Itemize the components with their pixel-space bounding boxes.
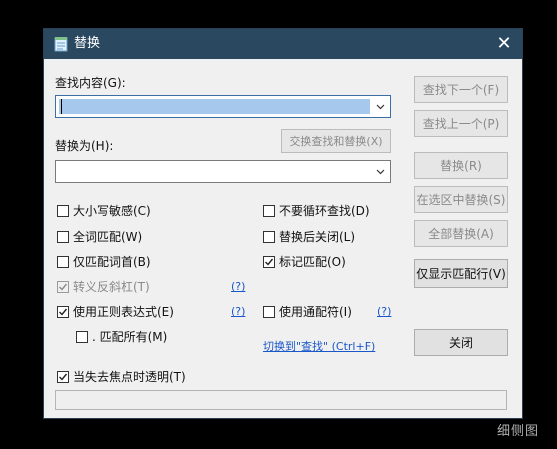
transparent-on-blur-checkbox[interactable]: [57, 371, 69, 383]
mark-matches-label: 标记匹配(O): [279, 255, 346, 269]
regex-help-link[interactable]: (?): [231, 305, 245, 318]
window-title: 替换: [74, 36, 101, 51]
chevron-down-icon[interactable]: [374, 165, 387, 178]
regex-label: 使用正则表达式(E): [73, 305, 174, 319]
notepad-icon: [54, 37, 68, 52]
replace-label: 替换为(H):: [55, 139, 114, 153]
case-sensitive-checkbox[interactable]: [57, 205, 69, 217]
find-input-selection: [59, 99, 370, 114]
title-bar: 替换 ✕: [44, 29, 522, 59]
swap-find-replace-button[interactable]: 交换查找和替换(X): [281, 129, 391, 153]
close-icon[interactable]: ✕: [494, 34, 514, 54]
no-wrap-checkbox[interactable]: [263, 205, 275, 217]
escape-help-link[interactable]: (?): [231, 280, 245, 293]
escape-backslash-label: 转义反斜杠(T): [73, 280, 150, 294]
wildcard-label: 使用通配符(I): [279, 305, 352, 319]
wildcard-help-link[interactable]: (?): [377, 305, 391, 318]
whole-word-label: 全词匹配(W): [73, 230, 143, 244]
close-after-replace-checkbox[interactable]: [263, 231, 275, 243]
check-icon: [265, 258, 274, 266]
check-icon: [59, 283, 68, 291]
regex-checkbox[interactable]: [57, 306, 69, 318]
replace-all-button[interactable]: 全部替换(A): [414, 220, 508, 247]
switch-to-find-link[interactable]: 切换到"查找" (Ctrl+F): [263, 338, 375, 354]
text-caret: [61, 99, 62, 114]
no-wrap-label: 不要循环查找(D): [279, 204, 370, 218]
wildcard-checkbox[interactable]: [263, 306, 275, 318]
check-icon: [59, 373, 68, 381]
replace-input[interactable]: [55, 160, 391, 183]
find-previous-button[interactable]: 查找上一个(P): [414, 110, 508, 137]
escape-backslash-checkbox[interactable]: [57, 281, 69, 293]
dot-all-checkbox[interactable]: [76, 331, 88, 343]
word-start-label: 仅匹配词首(B): [73, 255, 151, 269]
replace-in-selection-button[interactable]: 在选区中替换(S): [414, 186, 508, 213]
close-after-replace-label: 替换后关闭(L): [279, 230, 356, 244]
word-start-checkbox[interactable]: [57, 256, 69, 268]
find-input[interactable]: [55, 95, 391, 118]
chevron-down-icon[interactable]: [374, 100, 387, 113]
close-button[interactable]: 关闭: [414, 329, 508, 356]
watermark: 细侧图: [496, 424, 539, 439]
find-next-button[interactable]: 查找下一个(F): [414, 76, 508, 103]
transparent-on-blur-label: 当失去焦点时透明(T): [73, 370, 186, 384]
find-label: 查找内容(G):: [55, 76, 126, 90]
show-matching-lines-button[interactable]: 仅显示匹配行(V): [414, 259, 508, 288]
check-icon: [59, 308, 68, 316]
case-sensitive-label: 大小写敏感(C): [73, 204, 151, 218]
status-bar: [55, 390, 507, 410]
whole-word-checkbox[interactable]: [57, 231, 69, 243]
replace-button[interactable]: 替换(R): [414, 152, 508, 179]
mark-matches-checkbox[interactable]: [263, 256, 275, 268]
replace-dialog: 替换 ✕ 查找内容(G): 交换查找和替换(X) 替换为(H): 大小写敏感(C…: [43, 28, 523, 419]
dot-all-label: . 匹配所有(M): [92, 330, 168, 344]
